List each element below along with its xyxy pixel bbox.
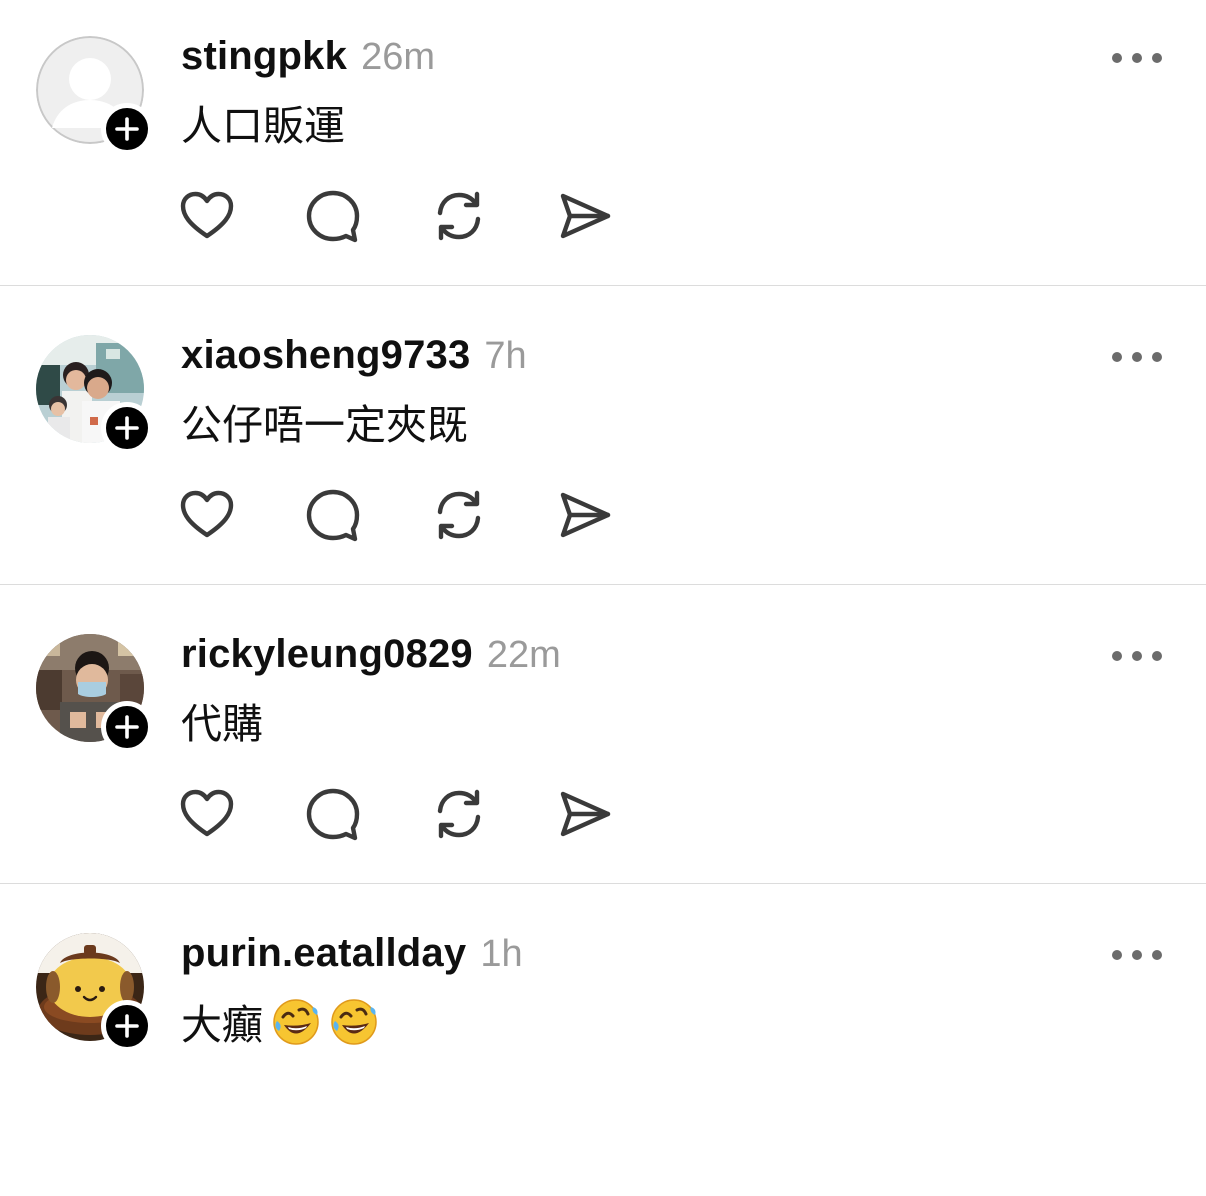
- more-dot-icon: [1112, 950, 1122, 960]
- repost-button[interactable]: [430, 487, 488, 543]
- more-options-button[interactable]: [1112, 644, 1162, 668]
- plus-icon: [115, 117, 139, 141]
- comment-button[interactable]: [304, 786, 362, 842]
- post-header: xiaosheng9733 7h: [181, 333, 527, 383]
- rolling-on-floor-laughing-emoji: [273, 999, 319, 1045]
- heart-icon: [180, 191, 234, 239]
- post-text: 公仔唔一定夾既: [181, 402, 468, 448]
- like-button[interactable]: [178, 487, 236, 543]
- paper-plane-icon: [560, 492, 611, 538]
- post: purin.eatallday 1h 大癲: [0, 897, 1206, 1196]
- post-time: 26m: [361, 36, 435, 78]
- post-time: 7h: [484, 335, 527, 377]
- like-button[interactable]: [178, 188, 236, 244]
- repost-icon: [437, 490, 481, 540]
- heart-icon: [180, 490, 234, 538]
- rolling-on-floor-laughing-emoji: [331, 999, 377, 1045]
- post-header: stingpkk 26m: [181, 34, 435, 84]
- share-button[interactable]: [556, 188, 614, 244]
- post-time: 1h: [480, 933, 523, 975]
- plus-icon: [115, 1014, 139, 1038]
- follow-button[interactable]: [101, 1000, 153, 1052]
- more-options-button[interactable]: [1112, 345, 1162, 369]
- paper-plane-icon: [560, 193, 611, 239]
- post-time: 22m: [486, 634, 561, 676]
- comment-bubble-icon: [306, 489, 360, 542]
- more-options-button[interactable]: [1112, 943, 1162, 967]
- like-button[interactable]: [178, 786, 236, 842]
- divider: [0, 584, 1206, 585]
- more-dot-icon: [1132, 651, 1142, 661]
- post-text: 大癲: [181, 1002, 263, 1048]
- share-button[interactable]: [556, 487, 614, 543]
- more-dot-icon: [1112, 352, 1122, 362]
- post-text: 代購: [181, 701, 263, 747]
- more-dot-icon: [1132, 950, 1142, 960]
- follow-button[interactable]: [101, 103, 153, 155]
- repost-icon: [437, 191, 481, 241]
- username[interactable]: rickyleung0829: [181, 632, 473, 677]
- more-dot-icon: [1112, 53, 1122, 63]
- more-dot-icon: [1132, 352, 1142, 362]
- comment-bubble-icon: [306, 190, 360, 243]
- post-header: purin.eatallday 1h: [181, 931, 523, 981]
- more-dot-icon: [1152, 950, 1162, 960]
- heart-icon: [180, 789, 234, 837]
- post: stingpkk 26m 人口販運: [0, 0, 1206, 299]
- repost-button[interactable]: [430, 188, 488, 244]
- post-text: 人口販運: [181, 103, 345, 149]
- comment-button[interactable]: [304, 188, 362, 244]
- comment-button[interactable]: [304, 487, 362, 543]
- follow-button[interactable]: [101, 701, 153, 753]
- repost-icon: [437, 789, 481, 839]
- repost-button[interactable]: [430, 786, 488, 842]
- more-options-button[interactable]: [1112, 46, 1162, 70]
- paper-plane-icon: [560, 791, 611, 837]
- plus-icon: [115, 416, 139, 440]
- more-dot-icon: [1152, 352, 1162, 362]
- divider: [0, 285, 1206, 286]
- plus-icon: [115, 715, 139, 739]
- username[interactable]: xiaosheng9733: [181, 333, 470, 378]
- more-dot-icon: [1152, 53, 1162, 63]
- post-header: rickyleung0829 22m: [181, 632, 561, 682]
- username[interactable]: stingpkk: [181, 34, 347, 79]
- post: xiaosheng9733 7h 公仔唔一定夾既: [0, 299, 1206, 598]
- post: rickyleung0829 22m 代購: [0, 598, 1206, 897]
- divider: [0, 883, 1206, 884]
- post-text-line: 大癲: [181, 997, 379, 1051]
- share-button[interactable]: [556, 786, 614, 842]
- follow-button[interactable]: [101, 402, 153, 454]
- more-dot-icon: [1112, 651, 1122, 661]
- more-dot-icon: [1132, 53, 1142, 63]
- username[interactable]: purin.eatallday: [181, 931, 466, 976]
- more-dot-icon: [1152, 651, 1162, 661]
- comment-bubble-icon: [306, 788, 360, 841]
